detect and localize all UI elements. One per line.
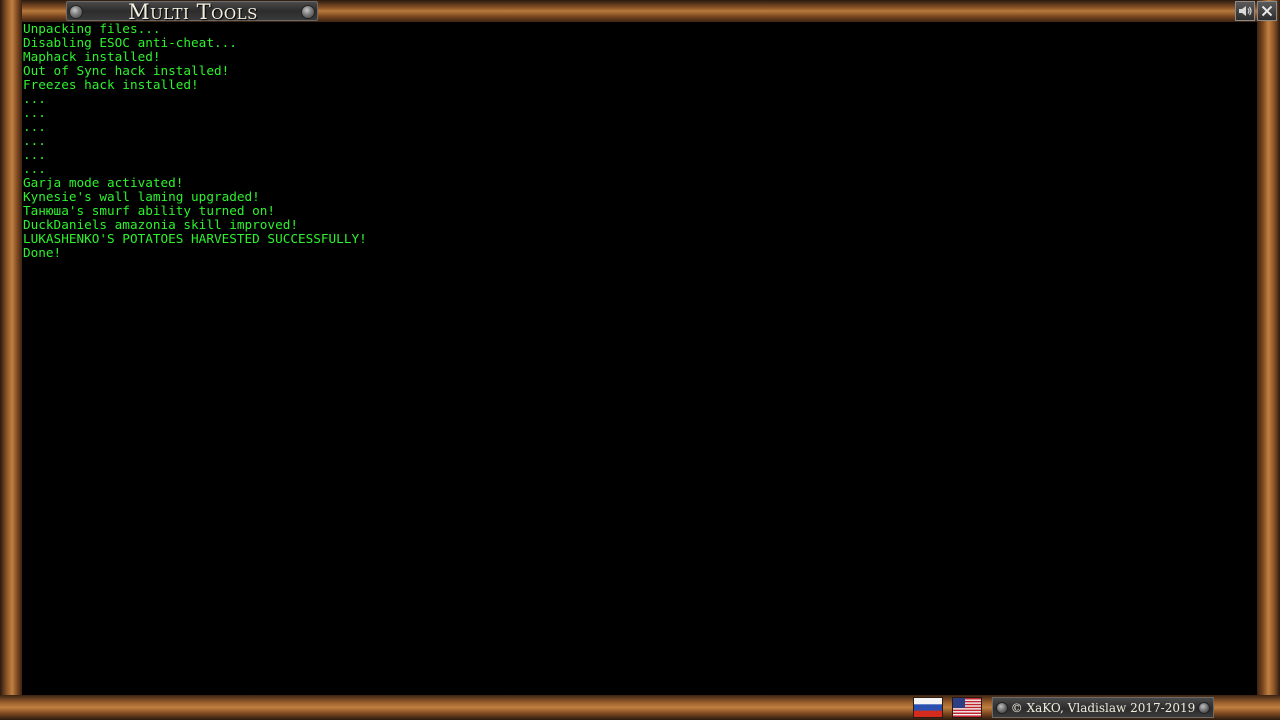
- console-line: Maphack installed!: [23, 49, 161, 64]
- frame-right: [1257, 0, 1280, 720]
- console-line: Freezes hack installed!: [23, 77, 199, 92]
- bolt-icon: [1198, 702, 1210, 714]
- console-line: Unpacking files...: [23, 22, 161, 36]
- russian-language-button[interactable]: [913, 697, 943, 718]
- console-line: ...: [23, 119, 46, 134]
- usa-flag-icon: [953, 698, 981, 717]
- console-line: Out of Sync hack installed!: [23, 63, 230, 78]
- english-language-button[interactable]: [952, 697, 982, 718]
- console-line: Танюша's smurf ability turned on!: [23, 203, 276, 218]
- console-line: ...: [23, 161, 46, 176]
- console-line: DuckDaniels amazonia skill improved!: [23, 217, 298, 232]
- console-line: ...: [23, 105, 46, 120]
- title-plaque: Multi Tools: [66, 0, 318, 24]
- bolt-icon: [301, 5, 315, 19]
- console-line: Garja mode activated!: [23, 175, 184, 190]
- console-output: Unpacking files... Disabling ESOC anti-ch…: [22, 22, 1257, 695]
- russia-flag-icon: [914, 698, 942, 717]
- console-line: Done!: [23, 245, 62, 260]
- speaker-icon: [1239, 6, 1252, 16]
- close-icon: [1261, 5, 1273, 17]
- console-line: LUKASHENKO'S POTATOES HARVESTED SUCCESSF…: [23, 231, 367, 246]
- console-line: Kynesie's wall laming upgraded!: [23, 189, 260, 204]
- close-button[interactable]: [1257, 1, 1277, 21]
- copyright-text: © XaKO, Vladislaw 2017-2019: [1010, 701, 1196, 715]
- app-window: Multi Tools Unpacking files... Disabling …: [0, 0, 1280, 720]
- copyright-plaque: © XaKO, Vladislaw 2017-2019: [992, 697, 1214, 718]
- sound-button[interactable]: [1235, 1, 1255, 21]
- console-line: ...: [23, 147, 46, 162]
- console-line: ...: [23, 91, 46, 106]
- window-title: Multi Tools: [128, 0, 258, 24]
- console-line: Disabling ESOC anti-cheat...: [23, 35, 237, 50]
- console-line: ...: [23, 133, 46, 148]
- frame-left: [0, 0, 22, 720]
